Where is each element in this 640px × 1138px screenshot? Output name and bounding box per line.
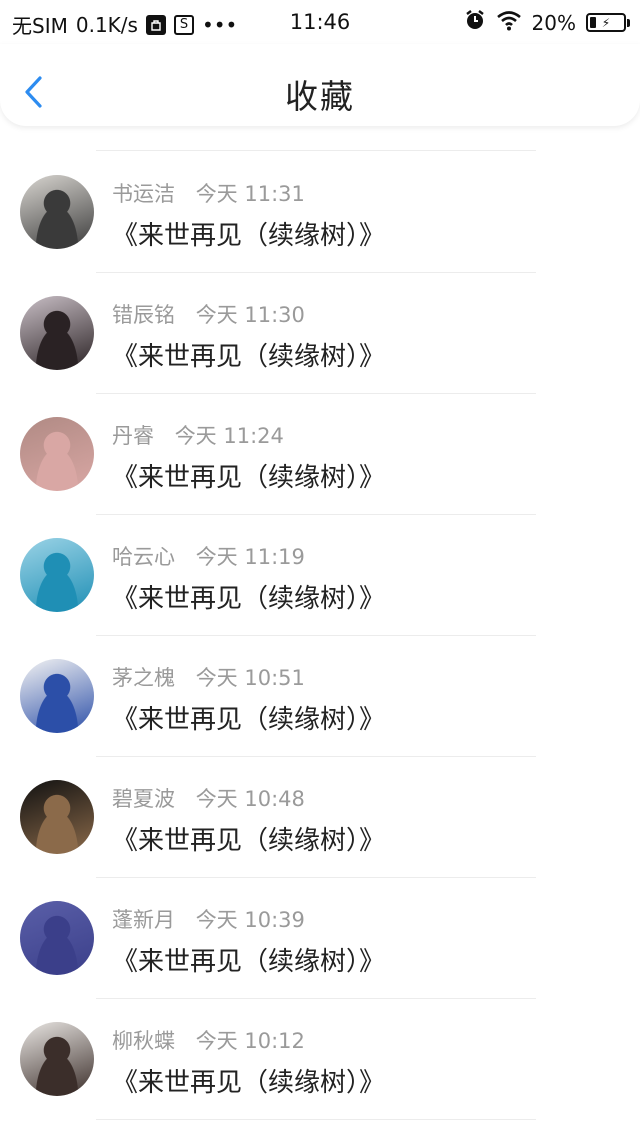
avatar[interactable] bbox=[20, 296, 94, 370]
item-meta: 书运洁 今天 11:31 bbox=[112, 178, 305, 208]
list-item[interactable]: 柳秋蝶 今天 10:12 《来世再见（续缘树）》 bbox=[0, 998, 640, 1120]
page-title: 收藏 bbox=[285, 77, 355, 116]
item-meta: 柳秋蝶 今天 10:12 bbox=[112, 1025, 305, 1055]
item-meta: 碧夏波 今天 10:48 bbox=[112, 783, 305, 813]
timestamp: 今天 10:12 bbox=[195, 1029, 305, 1053]
item-meta: 错辰铭 今天 11:30 bbox=[112, 299, 305, 329]
timestamp: 今天 11:31 bbox=[195, 182, 305, 206]
avatar[interactable] bbox=[20, 659, 94, 733]
avatar[interactable] bbox=[20, 538, 94, 612]
list-item[interactable]: 蓬新月 今天 10:39 《来世再见（续缘树）》 bbox=[0, 877, 640, 999]
user-name: 书运洁 bbox=[112, 182, 175, 206]
item-title: 《来世再见（续缘树）》 bbox=[112, 947, 386, 977]
favorites-list: 书运洁 今天 11:31 《来世再见（续缘树）》 错辰铭 今天 11:30 《来… bbox=[0, 150, 640, 1120]
user-name: 柳秋蝶 bbox=[112, 1029, 175, 1053]
item-title: 《来世再见（续缘树）》 bbox=[112, 584, 386, 614]
list-item[interactable]: 书运洁 今天 11:31 《来世再见（续缘树）》 bbox=[0, 151, 640, 273]
avatar[interactable] bbox=[20, 1022, 94, 1096]
user-name: 丹睿 bbox=[112, 424, 154, 448]
item-title: 《来世再见（续缘树）》 bbox=[112, 1068, 386, 1098]
user-name: 碧夏波 bbox=[112, 787, 175, 811]
user-name: 茅之槐 bbox=[112, 666, 175, 690]
timestamp: 今天 11:30 bbox=[195, 303, 305, 327]
list-item[interactable]: 碧夏波 今天 10:48 《来世再见（续缘树）》 bbox=[0, 756, 640, 878]
list-item[interactable]: 茅之槐 今天 10:51 《来世再见（续缘树）》 bbox=[0, 635, 640, 757]
item-meta: 哈云心 今天 11:19 bbox=[112, 541, 305, 571]
item-title: 《来世再见（续缘树）》 bbox=[112, 463, 386, 493]
item-title: 《来世再见（续缘树）》 bbox=[112, 705, 386, 735]
timestamp: 今天 11:19 bbox=[195, 545, 305, 569]
user-name: 错辰铭 bbox=[112, 303, 175, 327]
timestamp: 今天 10:51 bbox=[195, 666, 305, 690]
list-item[interactable]: 错辰铭 今天 11:30 《来世再见（续缘树）》 bbox=[0, 272, 640, 394]
item-meta: 蓬新月 今天 10:39 bbox=[112, 904, 305, 934]
avatar[interactable] bbox=[20, 901, 94, 975]
status-right: 20% ⚡ bbox=[464, 9, 630, 36]
status-bar: 无SIM 0.1K/s S ••• 11:46 20% ⚡ bbox=[0, 0, 640, 44]
nav-bar: 收藏 bbox=[0, 44, 640, 126]
item-meta: 茅之槐 今天 10:51 bbox=[112, 662, 305, 692]
item-title: 《来世再见（续缘树）》 bbox=[112, 826, 386, 856]
timestamp: 今天 10:48 bbox=[195, 787, 305, 811]
list-item[interactable]: 丹睿 今天 11:24 《来世再见（续缘树）》 bbox=[0, 393, 640, 515]
list-item[interactable]: 哈云心 今天 11:19 《来世再见（续缘树）》 bbox=[0, 514, 640, 636]
alarm-icon bbox=[464, 9, 486, 36]
user-name: 哈云心 bbox=[112, 545, 175, 569]
item-title: 《来世再见（续缘树）》 bbox=[112, 342, 386, 372]
battery-icon: ⚡ bbox=[586, 13, 630, 32]
battery-percent: 20% bbox=[531, 10, 576, 35]
timestamp: 今天 10:39 bbox=[195, 908, 305, 932]
avatar[interactable] bbox=[20, 780, 94, 854]
wifi-icon bbox=[496, 9, 522, 36]
avatar[interactable] bbox=[20, 417, 94, 491]
item-title: 《来世再见（续缘树）》 bbox=[112, 221, 386, 251]
timestamp: 今天 11:24 bbox=[174, 424, 284, 448]
user-name: 蓬新月 bbox=[112, 908, 175, 932]
row-divider bbox=[96, 1119, 536, 1120]
avatar[interactable] bbox=[20, 175, 94, 249]
item-meta: 丹睿 今天 11:24 bbox=[112, 420, 284, 450]
